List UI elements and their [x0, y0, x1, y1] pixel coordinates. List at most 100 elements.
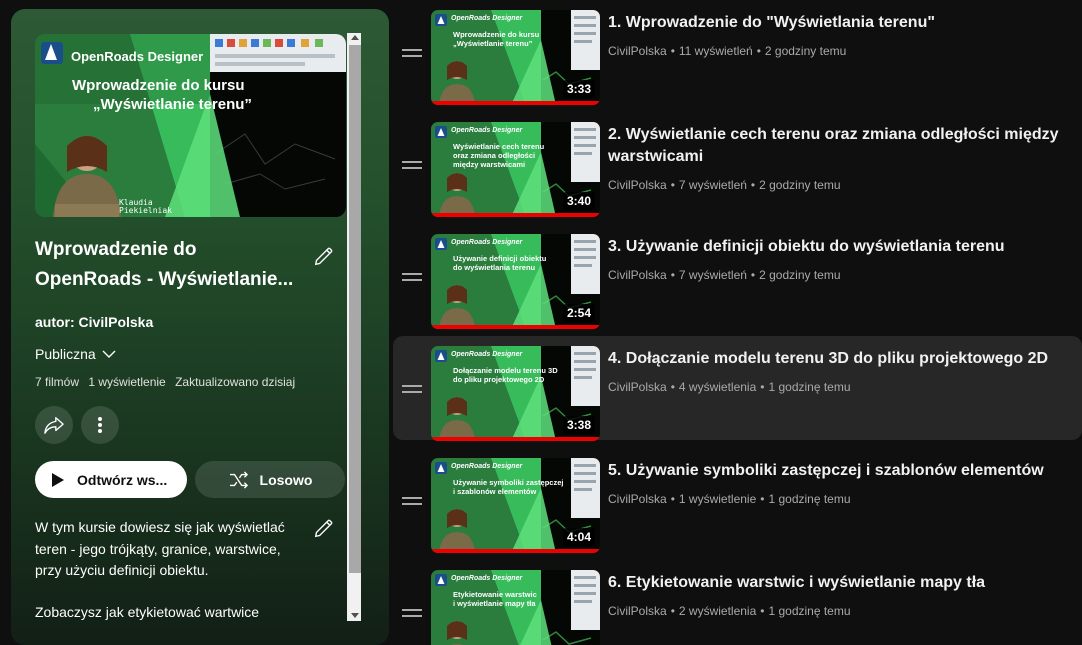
playlist-page: OpenRoads Designer Wprowadzenie do kursu…	[0, 0, 1082, 645]
video-channel[interactable]: CivilPolska	[608, 604, 667, 618]
scroll-down-arrow-icon[interactable]	[351, 613, 359, 618]
playlist-title: Wprowadzenie do OpenRoads - Wyświetlanie…	[35, 239, 294, 290]
playlist-video-row[interactable]: OpenRoads Designer Etykietowanie warstwi…	[393, 560, 1082, 645]
video-meta: CivilPolska • 7 wyświetleń • 2 godziny temu	[608, 178, 841, 192]
video-age: 2 godziny temu	[759, 268, 841, 282]
thumb-line1: Wprowadzenie do kursu	[453, 30, 540, 39]
edit-description-pencil-icon[interactable]	[313, 517, 335, 539]
watch-progress-bar	[431, 213, 600, 217]
share-button[interactable]	[35, 406, 73, 444]
thumb-line1: Wyświetlanie cech terenu	[453, 142, 545, 151]
videos-count: 7 filmów	[35, 375, 80, 389]
video-title[interactable]: 2. Wyświetlanie cech terenu oraz zmiana …	[608, 124, 1073, 168]
video-duration: 3:40	[562, 192, 595, 210]
video-thumbnail[interactable]: OpenRoads Designer Wprowadzenie do kursu…	[431, 10, 600, 105]
playlist-video-row[interactable]: OpenRoads Designer Używanie symboliki za…	[393, 448, 1082, 553]
hero-presenter2: Piekielniak	[119, 206, 172, 215]
video-age: 1 godzinę temu	[768, 492, 851, 506]
thumb-line1: Etykietowanie warstwic	[453, 590, 537, 599]
video-channel[interactable]: CivilPolska	[608, 44, 667, 58]
thumb-brand: OpenRoads Designer	[451, 239, 523, 246]
video-views: 1 wyświetlenie	[678, 492, 757, 506]
thumb-line1: Używanie definicji obiektu	[453, 254, 547, 263]
more-actions-button[interactable]	[81, 406, 119, 444]
video-duration: 3:33	[562, 80, 595, 98]
drag-handle-icon[interactable]	[402, 497, 422, 507]
shuffle-icon	[229, 470, 248, 489]
video-age: 2 godziny temu	[764, 44, 847, 58]
drag-handle-icon[interactable]	[402, 161, 422, 171]
playlist-video-row[interactable]: OpenRoads Designer Dołączanie modelu ter…	[393, 336, 1082, 441]
video-meta: CivilPolska • 1 wyświetlenie • 1 godzinę tem…	[608, 492, 851, 506]
thumb-line2: i wyświetlanie mapy tła	[453, 599, 536, 608]
playlist-updated: Zaktualizowano dzisiaj	[175, 375, 296, 389]
playlist-views: 1 wyświetlenie	[88, 375, 166, 389]
playlist-meta: 7 filmów 1 wyświetlenie Zaktualizowano d…	[35, 375, 301, 389]
scroll-thumb[interactable]	[349, 45, 361, 573]
video-channel[interactable]: CivilPolska	[608, 268, 667, 282]
video-title[interactable]: 5. Używanie symboliki zastępczej i szabl…	[608, 460, 1073, 482]
playlist-video-row[interactable]: OpenRoads Designer Wprowadzenie do kursu…	[393, 0, 1082, 105]
video-thumbnail[interactable]: OpenRoads Designer Etykietowanie warstwi…	[431, 570, 600, 645]
thumb-line1: Dołączanie modelu terenu 3D	[453, 366, 558, 375]
watch-progress-bar	[431, 437, 600, 441]
thumb-line2: oraz zmiana odległości	[453, 151, 536, 160]
video-meta: CivilPolska • 2 wyświetlenia • 1 godzinę tem…	[608, 604, 851, 618]
share-icon	[44, 417, 64, 434]
more-vert-icon	[98, 417, 102, 433]
video-views: 7 wyświetleń	[678, 268, 747, 282]
video-channel[interactable]: CivilPolska	[608, 178, 667, 192]
playlist-header-panel: OpenRoads Designer Wprowadzenie do kursu…	[11, 9, 389, 645]
thumb-brand: OpenRoads Designer	[451, 463, 523, 470]
video-title[interactable]: 6. Etykietowanie warstwic i wyświetlanie…	[608, 572, 1073, 594]
shuffle-button[interactable]: Losowo	[195, 461, 345, 498]
play-all-label: Odtwórz ws...	[77, 471, 168, 488]
thumb-brand: OpenRoads Designer	[451, 575, 523, 582]
shuffle-label: Losowo	[259, 471, 313, 488]
video-title[interactable]: 1. Wprowadzenie do "Wyświetlania terenu"	[608, 12, 1073, 34]
drag-handle-icon[interactable]	[402, 273, 422, 283]
playlist-author[interactable]: autor: CivilPolska	[35, 314, 153, 330]
drag-handle-icon[interactable]	[402, 385, 422, 395]
video-views: 2 wyświetlenia	[678, 604, 757, 618]
play-icon	[52, 472, 64, 487]
video-age: 1 godzinę temu	[768, 380, 851, 394]
description-paragraph-1: W tym kursie dowiesz się jak wyświetlać …	[35, 519, 285, 578]
video-channel[interactable]: CivilPolska	[608, 492, 667, 506]
privacy-dropdown[interactable]: Publiczna	[35, 346, 116, 362]
watch-progress-bar	[431, 325, 600, 329]
drag-handle-icon[interactable]	[402, 49, 422, 59]
video-meta: CivilPolska • 11 wyświetleń • 2 godziny temu	[608, 44, 847, 58]
thumb-brand: OpenRoads Designer	[451, 351, 523, 358]
description-paragraph-2: Zobaczysz jak etykietować wartwice	[35, 603, 260, 620]
video-views: 7 wyświetleń	[678, 178, 747, 192]
thumb-line2: i szablonów elementów	[453, 487, 537, 496]
video-channel[interactable]: CivilPolska	[608, 380, 667, 394]
video-views: 11 wyświetleń	[678, 44, 753, 58]
video-thumbnail[interactable]: OpenRoads Designer Używanie definicji ob…	[431, 234, 600, 329]
thumb-line2: do wyświetlania terenu	[453, 263, 536, 272]
panel-scrollbar[interactable]	[347, 33, 361, 621]
hero-brand: OpenRoads Designer	[71, 49, 204, 64]
playlist-video-row[interactable]: OpenRoads Designer Wyświetlanie cech ter…	[393, 112, 1082, 217]
video-thumbnail[interactable]: OpenRoads Designer Dołączanie modelu ter…	[431, 346, 600, 441]
video-duration: 4:04	[562, 528, 595, 546]
playlist-video-row[interactable]: OpenRoads Designer Używanie definicji ob…	[393, 224, 1082, 329]
video-title[interactable]: 3. Używanie definicji obiektu do wyświet…	[608, 236, 1073, 258]
video-thumbnail[interactable]: OpenRoads Designer Wyświetlanie cech ter…	[431, 122, 600, 217]
thumb-brand: OpenRoads Designer	[451, 15, 523, 22]
edit-title-pencil-icon[interactable]	[313, 245, 335, 267]
thumb-line2: do pliku projektowego 2D	[453, 375, 545, 384]
playlist-hero-thumbnail[interactable]: OpenRoads Designer Wprowadzenie do kursu…	[35, 34, 346, 217]
scroll-up-arrow-icon[interactable]	[351, 35, 359, 40]
thumb-brand: OpenRoads Designer	[451, 127, 523, 134]
video-views: 4 wyświetlenia	[678, 380, 757, 394]
watch-progress-bar	[431, 101, 600, 105]
hero-line2: „Wyświetlanie terenu”	[93, 96, 252, 113]
video-duration: 2:54	[562, 304, 595, 322]
play-all-button[interactable]: Odtwórz ws...	[35, 461, 187, 498]
drag-handle-icon[interactable]	[402, 609, 422, 619]
thumb-line3: między warstwicami	[453, 160, 526, 169]
video-title[interactable]: 4. Dołączanie modelu terenu 3D do pliku …	[608, 348, 1073, 370]
video-thumbnail[interactable]: OpenRoads Designer Używanie symboliki za…	[431, 458, 600, 553]
